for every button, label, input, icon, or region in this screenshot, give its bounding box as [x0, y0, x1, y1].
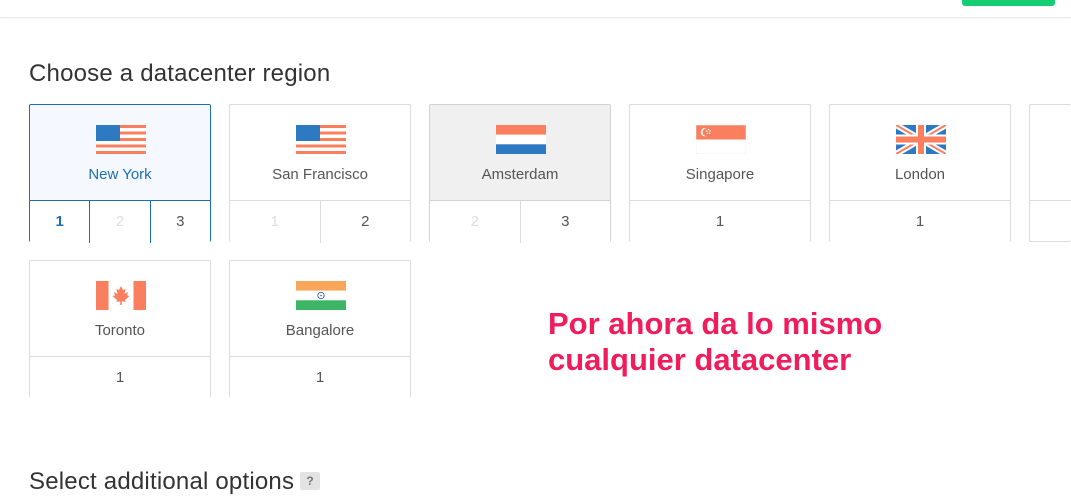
datacenter-number[interactable]: 1 [30, 357, 210, 399]
region-card-header[interactable]: London [830, 105, 1010, 201]
us-flag-icon [96, 125, 146, 154]
region-name: Amsterdam [481, 166, 559, 183]
region-card-amsterdam[interactable]: Amsterdam 2 3 [429, 104, 611, 243]
datacenter-number-group: 2 3 [430, 201, 610, 243]
nl-flag-icon [496, 125, 546, 154]
region-card-header[interactable]: New York [30, 105, 210, 201]
section-title: Choose a datacenter region [29, 60, 331, 87]
sg-flag-icon [696, 125, 746, 154]
region-card-header[interactable]: Amsterdam [430, 105, 610, 201]
datacenter-number-group: 1 [30, 357, 210, 399]
region-card-san-francisco[interactable]: San Francisco 1 2 [229, 104, 411, 243]
datacenter-number[interactable]: 1 [830, 201, 1010, 243]
ca-flag-icon [96, 281, 146, 310]
section-title-text: Select additional options [29, 468, 295, 495]
datacenter-number[interactable]: 1 [230, 357, 410, 399]
in-flag-icon [296, 281, 346, 310]
region-card-header[interactable] [1030, 105, 1071, 201]
top-bar [0, 0, 1071, 18]
datacenter-number[interactable]: 3 [519, 201, 610, 243]
region-name: Toronto [94, 322, 146, 339]
datacenter-number-group: 1 2 3 [30, 201, 210, 243]
region-name: Singapore [685, 166, 755, 183]
region-card-new-york[interactable]: New York 1 2 3 [29, 104, 211, 243]
region-card-header[interactable]: Bangalore [230, 261, 410, 357]
datacenter-number-group: 1 [830, 201, 1010, 243]
datacenter-number-group [1030, 201, 1071, 243]
datacenter-number[interactable]: 1 [30, 201, 90, 243]
datacenter-number: 2 [430, 201, 520, 243]
region-card-bangalore[interactable]: Bangalore 1 [229, 260, 411, 399]
region-card-london[interactable]: London 1 [829, 104, 1011, 243]
datacenter-number-group: 1 [630, 201, 810, 243]
region-name: San Francisco [272, 166, 368, 183]
region-name: London [894, 166, 946, 183]
datacenter-number-group: 1 2 [230, 201, 410, 243]
datacenter-number[interactable]: 2 [319, 201, 410, 243]
create-button[interactable] [962, 0, 1055, 6]
region-card-singapore[interactable]: Singapore 1 [629, 104, 811, 243]
region-card-header[interactable]: San Francisco [230, 105, 410, 201]
region-name: New York [88, 166, 152, 183]
datacenter-number-group: 1 [230, 357, 410, 399]
region-card-header[interactable]: Singapore [630, 105, 810, 201]
us-flag-icon [296, 125, 346, 154]
datacenter-number[interactable]: 3 [149, 201, 210, 243]
region-name: Bangalore [285, 322, 355, 339]
annotation-line: Por ahora da lo mismo [548, 306, 883, 341]
annotation-line: cualquier datacenter [548, 342, 852, 377]
region-card-header[interactable]: Toronto [30, 261, 210, 357]
uk-flag-icon [896, 125, 946, 154]
help-icon[interactable]: ? [300, 471, 321, 490]
region-card-partial[interactable] [1029, 104, 1071, 242]
datacenter-number: 2 [89, 201, 150, 243]
datacenter-number: 1 [230, 201, 320, 243]
annotation-text: Por ahora da lo mismo cualquier datacent… [548, 306, 882, 378]
datacenter-number[interactable]: 1 [630, 201, 810, 243]
region-card-toronto[interactable]: Toronto 1 [29, 260, 211, 399]
